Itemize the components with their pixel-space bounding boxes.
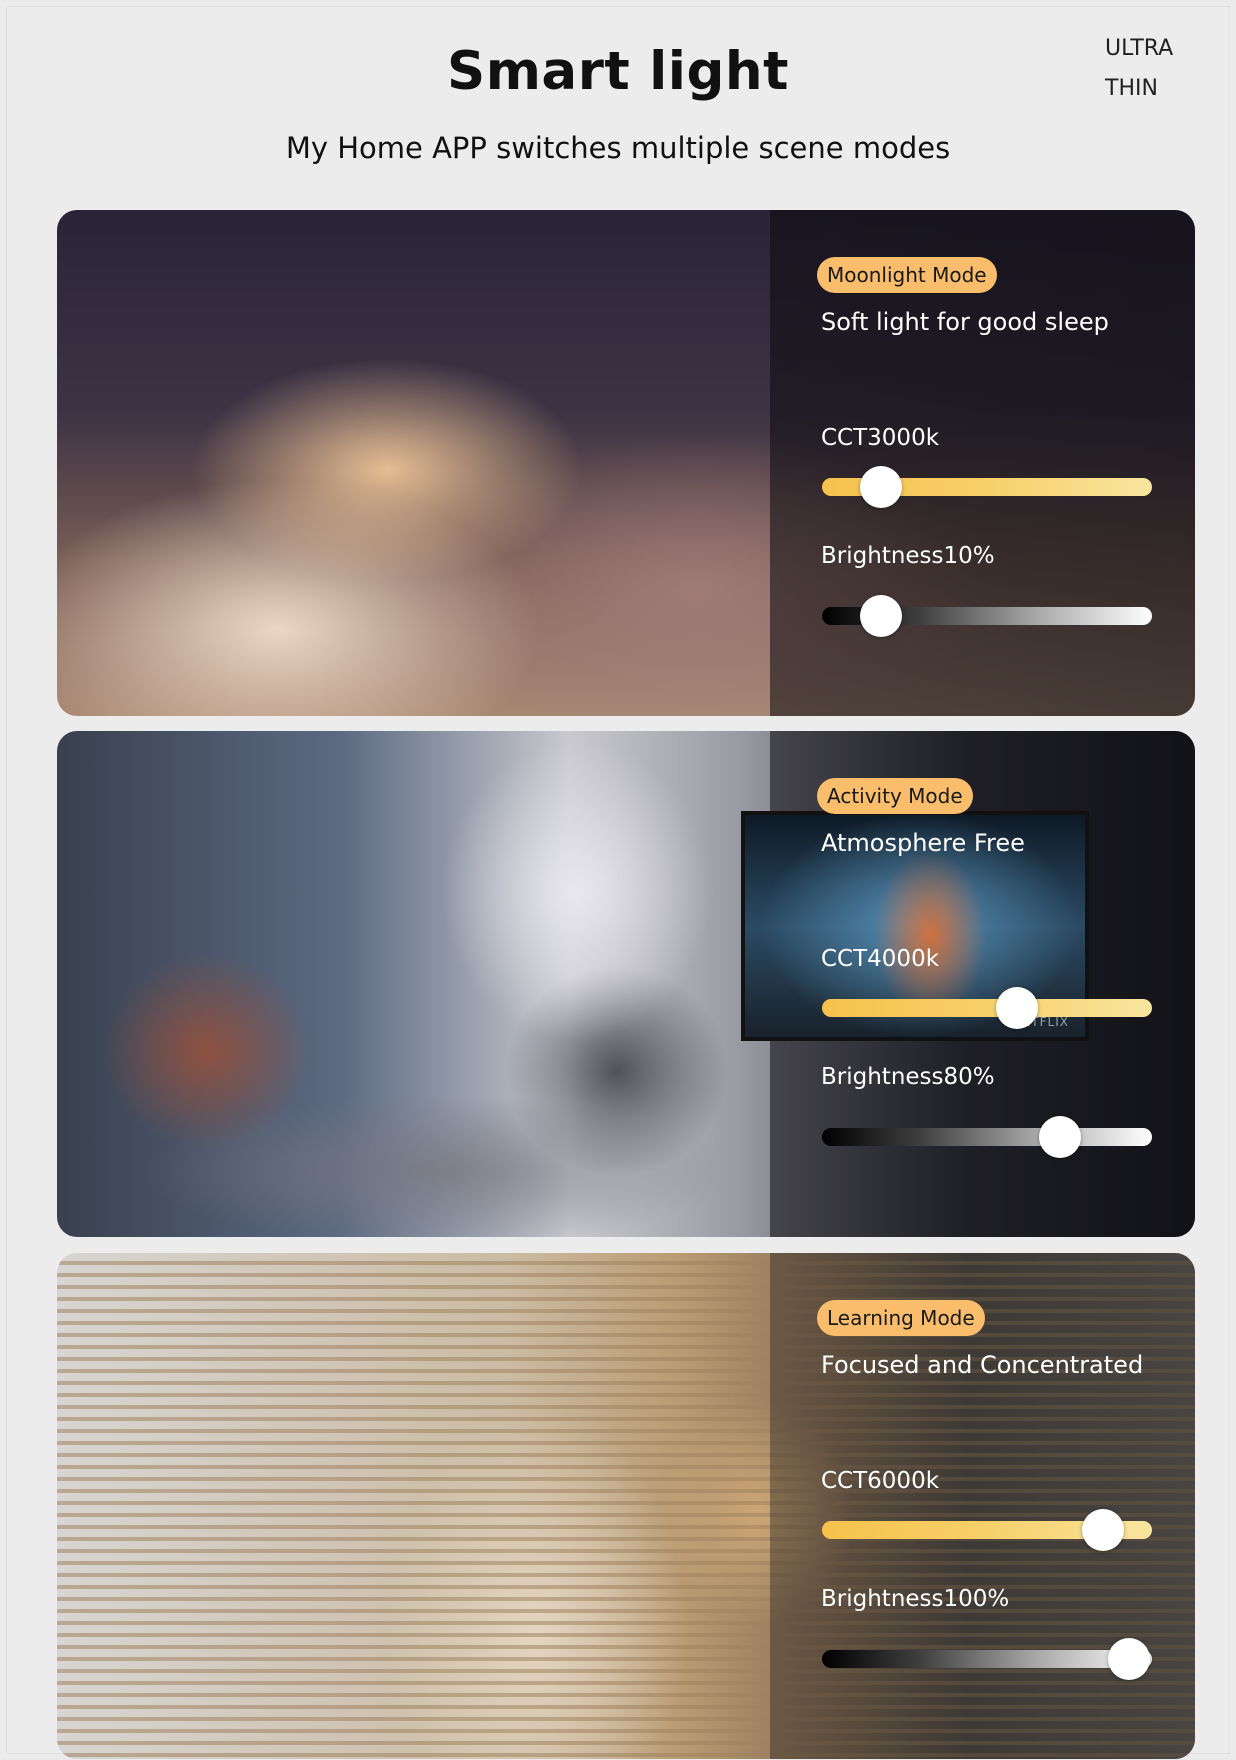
scene-card-moonlight: Moonlight Mode Soft light for good sleep…: [57, 210, 1195, 716]
mode-description: Atmosphere Free: [821, 829, 1025, 857]
cct-slider[interactable]: [822, 1509, 1152, 1551]
scene-card-activity: NETFLIX Activity Mode Atmosphere Free CC…: [57, 731, 1195, 1237]
cct-label: CCT6000k: [821, 1468, 940, 1494]
scene-card-learning: Learning Mode Focused and Concentrated C…: [57, 1253, 1195, 1759]
cct-slider-thumb[interactable]: [995, 987, 1038, 1029]
page-title: Smart light: [447, 41, 789, 102]
mode-pill-activity[interactable]: Activity Mode: [817, 778, 973, 814]
badge-line-thin: THIN: [1105, 76, 1158, 101]
brightness-slider-thumb[interactable]: [1038, 1116, 1081, 1158]
mode-pill-learning[interactable]: Learning Mode: [817, 1300, 985, 1336]
brightness-slider-thumb[interactable]: [1107, 1638, 1150, 1680]
brightness-slider[interactable]: [822, 1116, 1152, 1158]
brightness-label: Brightness80%: [821, 1064, 995, 1090]
mode-pill-moonlight[interactable]: Moonlight Mode: [817, 257, 997, 293]
brightness-label: Brightness100%: [821, 1586, 1010, 1612]
cct-slider[interactable]: [822, 987, 1152, 1029]
page-subtitle: My Home APP switches multiple scene mode…: [285, 131, 951, 165]
brightness-label: Brightness10%: [821, 543, 995, 569]
cct-slider-thumb[interactable]: [1081, 1509, 1124, 1551]
brightness-slider[interactable]: [822, 1638, 1152, 1680]
cct-slider[interactable]: [822, 466, 1152, 508]
mode-description: Soft light for good sleep: [821, 308, 1109, 336]
ultra-thin-badge: ULTRA THIN: [1105, 29, 1173, 109]
badge-line-ultra: ULTRA: [1105, 36, 1174, 61]
brightness-slider[interactable]: [822, 595, 1152, 637]
mode-description: Focused and Concentrated: [821, 1351, 1144, 1379]
cct-label: CCT4000k: [821, 946, 940, 972]
cct-label: CCT3000k: [821, 425, 940, 451]
